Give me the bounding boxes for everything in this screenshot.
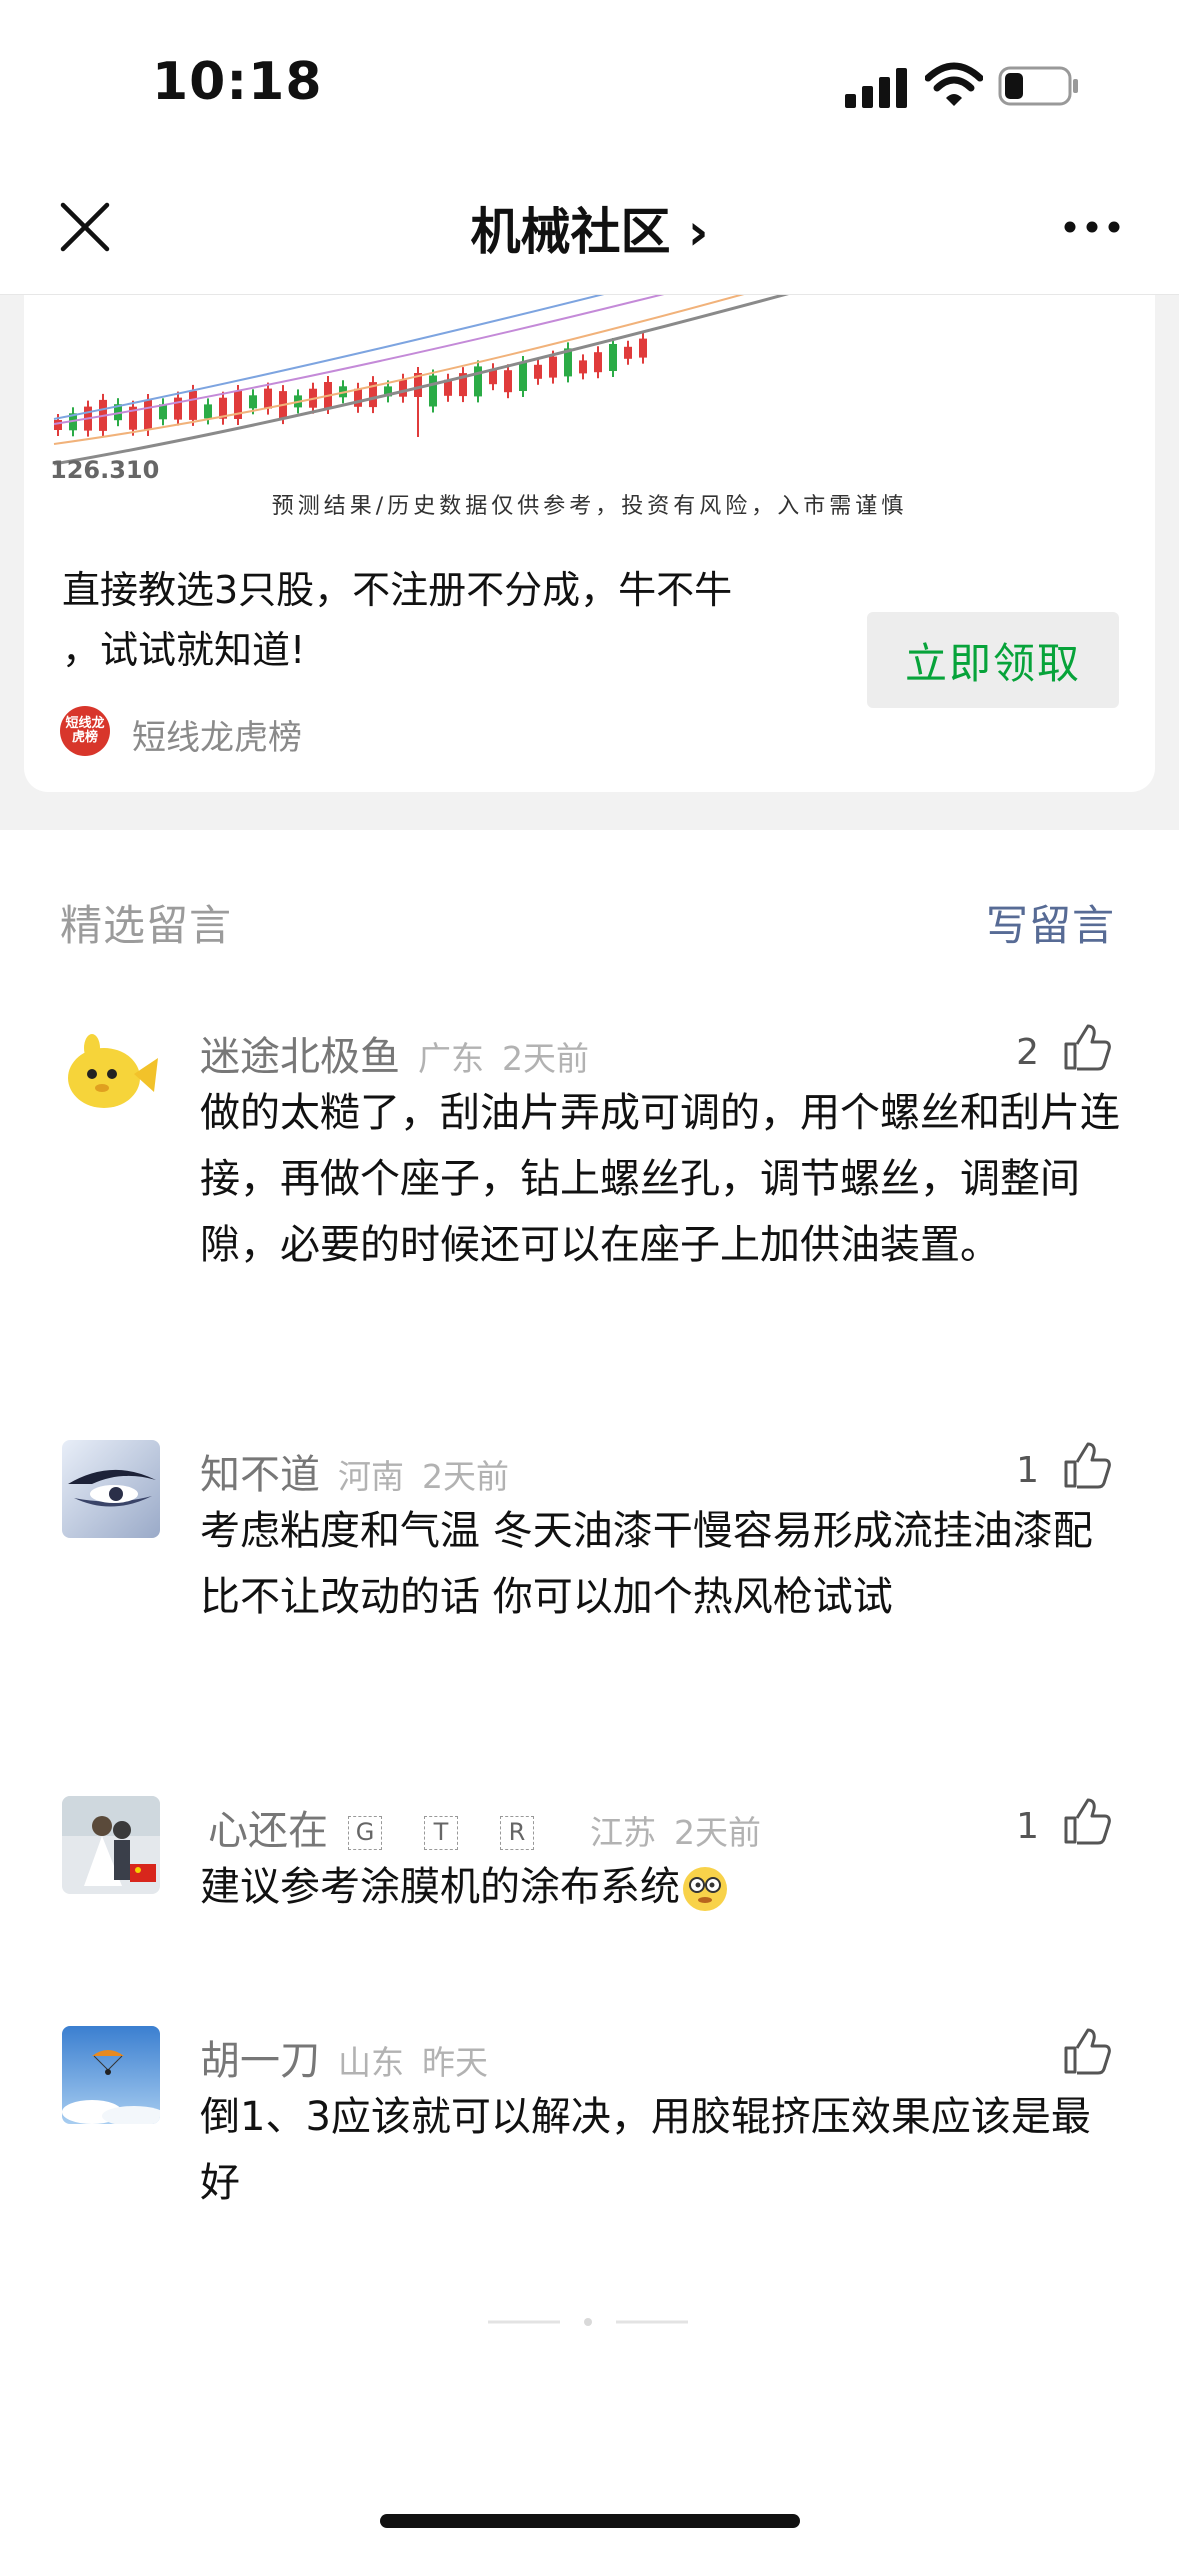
page-title[interactable]: 机械社区 › xyxy=(0,192,1179,264)
home-indicator[interactable] xyxy=(380,2514,800,2528)
comment-region: 江苏 xyxy=(590,1813,656,1852)
comment-text: 建议参考涂膜机的涂布系统 xyxy=(200,1854,1120,1920)
comment-author: 胡一刀 山东 昨天 xyxy=(200,2038,488,2084)
comment-time: 2天前 xyxy=(422,1457,509,1496)
stock-chart-image xyxy=(53,294,793,466)
ad-text: 直接教选3只股，不注册不分成，牛不牛 ，试试就知道! xyxy=(62,560,842,680)
wifi-icon xyxy=(925,62,983,106)
claim-button[interactable]: 立即领取 xyxy=(867,612,1119,708)
signal-icon xyxy=(845,68,907,108)
comment-author: 迷途北极鱼 广东 2天前 xyxy=(200,1034,589,1080)
comments-section-title: 精选留言 xyxy=(60,901,233,950)
like-count: 1 xyxy=(1016,1450,1039,1491)
thumbs-up-icon[interactable] xyxy=(1062,2026,1112,2076)
thumbs-up-icon[interactable] xyxy=(1062,1022,1112,1072)
comment-author: 心还在 G T R 江苏 2天前 xyxy=(208,1808,761,1854)
like-count: 1 xyxy=(1016,1806,1039,1847)
ad-text-line1: 直接教选3只股，不注册不分成，牛不牛 xyxy=(62,568,733,612)
brand-name[interactable]: 短线龙虎榜 xyxy=(132,710,302,759)
avatar[interactable] xyxy=(62,2026,160,2124)
comment-region: 山东 xyxy=(338,2043,404,2082)
rank-tag: T xyxy=(424,1816,458,1850)
rank-tag: G xyxy=(348,1816,382,1850)
comment-region: 河南 xyxy=(338,1457,404,1496)
pagination-indicator xyxy=(488,2318,688,2326)
comment-time: 2天前 xyxy=(674,1813,761,1852)
avatar[interactable] xyxy=(62,1796,160,1894)
status-time: 10:18 xyxy=(152,52,323,112)
comment-text: 做的太糙了，刮油片弄成可调的，用个螺丝和刮片连接，再做个座子，钻上螺丝孔，调节螺… xyxy=(200,1090,1120,1268)
dizzy-face-emoji xyxy=(683,1867,727,1911)
thumbs-up-icon[interactable] xyxy=(1062,1440,1112,1490)
rank-tag: R xyxy=(500,1816,534,1850)
avatar[interactable] xyxy=(62,1022,160,1120)
ad-card[interactable]: 126.310 预测结果/历史数据仅供参考，投资有风险，入市需谨慎 直接教选3只… xyxy=(24,294,1155,792)
ad-disclaimer: 预测结果/历史数据仅供参考，投资有风险，入市需谨慎 xyxy=(271,494,908,519)
battery-icon xyxy=(998,66,1078,106)
status-bar: 10:18 xyxy=(0,0,1179,170)
like-count: 2 xyxy=(1016,1032,1039,1073)
comment-author: 知不道 河南 2天前 xyxy=(200,1452,509,1498)
comment-text: 倒1、3应该就可以解决，用胶辊挤压效果应该是最好 xyxy=(200,2094,1091,2206)
comment-region: 广东 xyxy=(418,1039,484,1078)
comment-text: 考虑粘度和气温 冬天油漆干慢容易形成流挂油漆配比不让改动的话 你可以加个热风枪试… xyxy=(200,1508,1093,1620)
chart-tick-label: 126.310 xyxy=(50,456,160,484)
thumbs-up-icon[interactable] xyxy=(1062,1796,1112,1846)
comment-time: 昨天 xyxy=(422,2043,488,2082)
comment-time: 2天前 xyxy=(502,1039,589,1078)
ad-text-line2: ，试试就知道! xyxy=(62,628,306,672)
more-icon[interactable] xyxy=(1062,212,1122,242)
avatar[interactable] xyxy=(62,1440,160,1538)
brand-logo: 短线龙虎榜 xyxy=(60,706,110,756)
write-comment-button[interactable]: 写留言 xyxy=(986,892,1115,953)
